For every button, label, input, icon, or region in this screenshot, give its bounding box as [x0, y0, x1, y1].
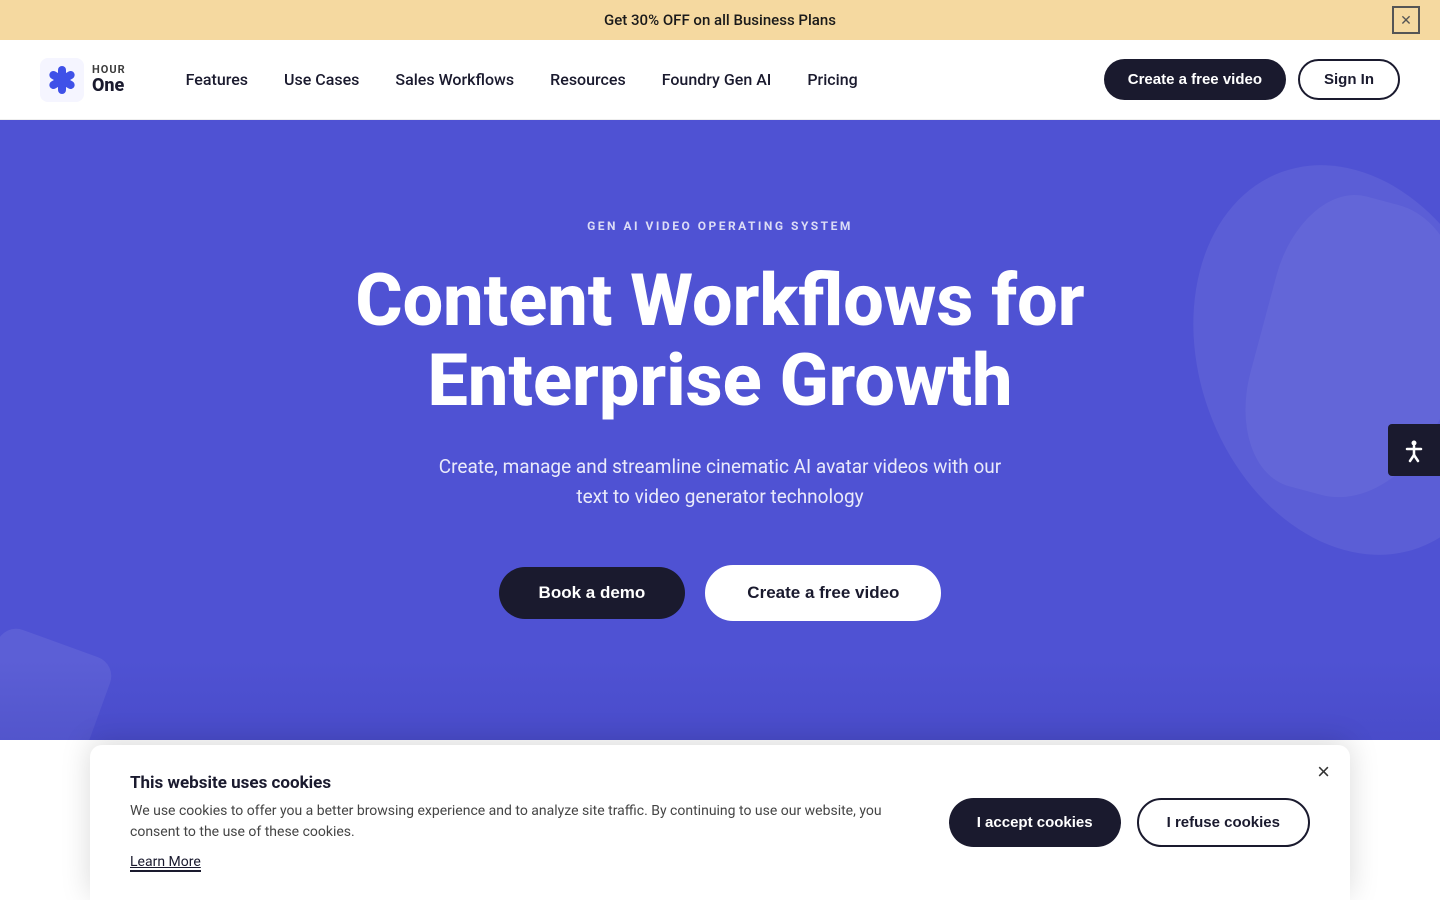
hero-badge: GEN AI VIDEO OPERATING SYSTEM [587, 219, 853, 233]
logo-bottom: One [92, 76, 126, 96]
cookie-title: This website uses cookies [130, 773, 909, 793]
create-free-video-button[interactable]: Create a free video [705, 565, 941, 621]
nav-sales-workflows[interactable]: Sales Workflows [395, 70, 514, 89]
accessibility-icon [1401, 437, 1427, 463]
logo-text: HOUR One [92, 64, 126, 96]
cookie-content: This website uses cookies We use cookies… [130, 773, 909, 872]
nav-use-cases[interactable]: Use Cases [284, 70, 359, 89]
nav-signin-button[interactable]: Sign In [1298, 59, 1400, 100]
cookie-banner: This website uses cookies We use cookies… [90, 745, 1350, 900]
refuse-cookies-button[interactable]: I refuse cookies [1137, 798, 1310, 847]
nav-resources[interactable]: Resources [550, 70, 626, 89]
nav-foundry-gen-ai[interactable]: Foundry Gen AI [662, 70, 772, 89]
logo[interactable]: HOUR One [40, 58, 126, 102]
book-demo-button[interactable]: Book a demo [499, 567, 686, 619]
hero-bottom-decor [0, 660, 1440, 740]
accessibility-button[interactable] [1388, 424, 1440, 476]
hero-section: GEN AI VIDEO OPERATING SYSTEM Content Wo… [0, 120, 1440, 740]
accept-cookies-button[interactable]: I accept cookies [949, 798, 1121, 847]
cookie-text: We use cookies to offer you a better bro… [130, 801, 909, 843]
hero-title: Content Workflows for Enterprise Growth [310, 261, 1130, 419]
logo-icon [40, 58, 84, 102]
cookie-actions: I accept cookies I refuse cookies [949, 798, 1310, 847]
nav-features[interactable]: Features [186, 70, 248, 89]
logo-top: HOUR [92, 64, 126, 76]
banner-text: Get 30% OFF on all Business Plans [604, 11, 836, 29]
nav-create-free-video-button[interactable]: Create a free video [1104, 59, 1286, 100]
hero-buttons: Book a demo Create a free video [499, 565, 942, 621]
cookie-close-button[interactable]: × [1317, 761, 1330, 783]
banner-close-button[interactable]: ✕ [1392, 6, 1420, 34]
hero-subtitle: Create, manage and streamline cinematic … [430, 452, 1010, 513]
top-banner: Get 30% OFF on all Business Plans ✕ [0, 0, 1440, 40]
cookie-learn-more-link[interactable]: Learn More [130, 854, 201, 872]
nav-links: Features Use Cases Sales Workflows Resou… [186, 70, 1104, 89]
navbar: HOUR One Features Use Cases Sales Workfl… [0, 40, 1440, 120]
nav-pricing[interactable]: Pricing [807, 70, 857, 89]
nav-actions: Create a free video Sign In [1104, 59, 1400, 100]
